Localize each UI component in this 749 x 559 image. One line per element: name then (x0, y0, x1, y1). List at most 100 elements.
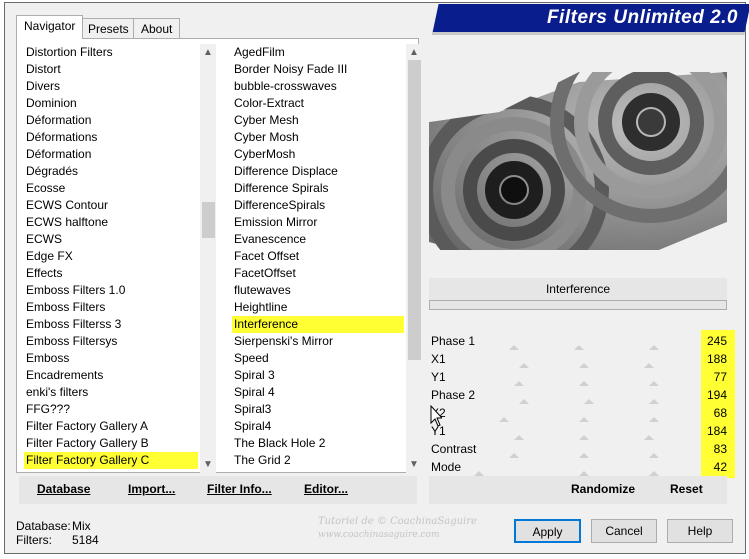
filter-list-item[interactable]: Spiral4 (232, 418, 404, 435)
category-list-item[interactable]: Divers (24, 78, 198, 95)
category-list-item[interactable]: FFG??? (24, 401, 198, 418)
category-list-item[interactable]: Distort (24, 61, 198, 78)
filter-info-button[interactable]: Filter Info... (207, 482, 272, 496)
category-list-item[interactable]: Emboss Filtersys (24, 333, 198, 350)
filter-list-item[interactable]: CyberMosh (232, 146, 404, 163)
randomize-button[interactable]: Randomize (571, 482, 635, 496)
param-slider-row[interactable]: X1 (429, 351, 699, 368)
filter-list-item[interactable]: Interference (232, 316, 404, 333)
slider-tick-icon (649, 345, 659, 350)
tab-presets[interactable]: Presets (80, 18, 137, 38)
scroll-down-icon[interactable]: ▼ (200, 458, 216, 472)
filter-list-item[interactable]: Difference Spirals (232, 180, 404, 197)
filter-list-item[interactable]: DifferenceSpirals (232, 197, 404, 214)
filter-list-item[interactable]: The Grid 2 (232, 452, 404, 469)
category-list-item[interactable]: Effects (24, 265, 198, 282)
scroll-up-icon[interactable]: ▲ (406, 46, 422, 60)
category-list-item[interactable]: Dominion (24, 95, 198, 112)
filter-list-item[interactable]: bubble-crosswaves (232, 78, 404, 95)
category-list-item[interactable]: Ecosse (24, 180, 198, 197)
slider-tick-icon (514, 381, 524, 386)
filter-list-item[interactable]: Heightline (232, 299, 404, 316)
cancel-button[interactable]: Cancel (591, 519, 657, 543)
filter-scroll-thumb[interactable] (408, 60, 421, 360)
filter-list-item[interactable]: Spiral 3 (232, 367, 404, 384)
category-list-item[interactable]: Déformation (24, 112, 198, 129)
filters-label: Filters: (16, 533, 52, 547)
category-list-item[interactable]: Encadrements (24, 367, 198, 384)
category-list-item[interactable]: Distortion Filters (24, 44, 198, 61)
category-list-item[interactable]: Déformations (24, 129, 198, 146)
category-list-item[interactable]: enki's filters (24, 384, 198, 401)
scroll-down-icon[interactable]: ▼ (406, 458, 422, 472)
filter-list-item[interactable]: Facet Offset (232, 248, 404, 265)
category-list-item[interactable]: Déformation (24, 146, 198, 163)
filter-list-item[interactable]: Sierpenski's Mirror (232, 333, 404, 350)
filter-list-item[interactable]: FacetOffset (232, 265, 404, 282)
filter-list-item[interactable]: Evanescence (232, 231, 404, 248)
filter-list-item[interactable]: The Black Hole 2 (232, 435, 404, 452)
param-value[interactable]: 188 (701, 351, 731, 368)
param-slider-row[interactable]: Contrast (429, 441, 699, 458)
param-slider-row[interactable]: Phase 2 (429, 387, 699, 404)
category-list-item[interactable]: Emboss Filters 1.0 (24, 282, 198, 299)
filter-list-item[interactable]: flutewaves (232, 282, 404, 299)
param-value[interactable]: 68 (701, 405, 731, 422)
param-value[interactable]: 83 (701, 441, 731, 458)
slider-tick-icon (579, 435, 589, 440)
filter-scrollbar[interactable]: ▲ ▼ (406, 44, 422, 474)
tab-navigator[interactable]: Navigator (16, 15, 84, 39)
category-list-item[interactable]: Edge FX (24, 248, 198, 265)
param-label: Phase 1 (431, 334, 476, 348)
filter-list-item[interactable]: Spiral 4 (232, 384, 404, 401)
import-button[interactable]: Import... (128, 482, 175, 496)
param-slider-row[interactable]: X2 (429, 405, 699, 422)
slider-tick-icon (649, 417, 659, 422)
category-scrollbar[interactable]: ▲ ▼ (200, 44, 216, 474)
slider-tick-icon (649, 453, 659, 458)
editor-button[interactable]: Editor... (304, 482, 348, 496)
param-label: Mode (431, 460, 462, 474)
filter-list-item[interactable]: AgedFilm (232, 44, 404, 61)
category-list-item[interactable]: ECWS Contour (24, 197, 198, 214)
category-list-item[interactable]: Dégradés (24, 163, 198, 180)
category-list-item[interactable]: Filter Factory Gallery A (24, 418, 198, 435)
param-value[interactable]: 245 (701, 333, 731, 350)
param-value[interactable]: 194 (701, 387, 731, 404)
filter-preview (429, 72, 727, 250)
category-list-item[interactable]: ECWS halftone (24, 214, 198, 231)
category-list-item[interactable]: Emboss (24, 350, 198, 367)
filter-list-item[interactable]: Speed (232, 350, 404, 367)
filter-list-item[interactable]: Color-Extract (232, 95, 404, 112)
tab-about[interactable]: About (133, 18, 181, 38)
param-slider-row[interactable]: Phase 1 (429, 333, 699, 350)
database-button[interactable]: Database (37, 482, 90, 496)
filter-list-item[interactable]: Difference Displace (232, 163, 404, 180)
category-list-item[interactable]: Emboss Filterss 3 (24, 316, 198, 333)
slider-tick-icon (519, 363, 529, 368)
param-slider-row[interactable]: Y1 (429, 369, 699, 386)
apply-button[interactable]: Apply (514, 519, 581, 543)
param-value[interactable]: 77 (701, 369, 731, 386)
filters-count: 5184 (72, 533, 99, 547)
category-list-item[interactable]: Filter Factory Gallery B (24, 435, 198, 452)
param-slider-row[interactable]: Mode (429, 459, 699, 476)
category-list[interactable]: Distortion Filters Distort Divers Dominion D… (24, 44, 198, 469)
filter-list-item[interactable]: Spiral3 (232, 401, 404, 418)
category-list-item[interactable]: Filter Factory Gallery C (24, 452, 198, 469)
param-value[interactable]: 42 (701, 459, 731, 476)
category-scroll-thumb[interactable] (202, 202, 215, 238)
scroll-up-icon[interactable]: ▲ (200, 46, 216, 60)
slider-tick-icon (574, 345, 584, 350)
category-list-item[interactable]: Emboss Filters (24, 299, 198, 316)
filter-list-item[interactable]: Cyber Mosh (232, 129, 404, 146)
reset-button[interactable]: Reset (670, 482, 703, 496)
param-slider-row[interactable]: Y1 (429, 423, 699, 440)
param-value[interactable]: 184 (701, 423, 731, 440)
filter-list-item[interactable]: Cyber Mesh (232, 112, 404, 129)
filter-list[interactable]: AgedFilm Border Noisy Fade III bubble-cros… (232, 44, 404, 474)
help-button[interactable]: Help (667, 519, 733, 543)
filter-list-item[interactable]: Emission Mirror (232, 214, 404, 231)
filter-list-item[interactable]: Border Noisy Fade III (232, 61, 404, 78)
category-list-item[interactable]: ECWS (24, 231, 198, 248)
